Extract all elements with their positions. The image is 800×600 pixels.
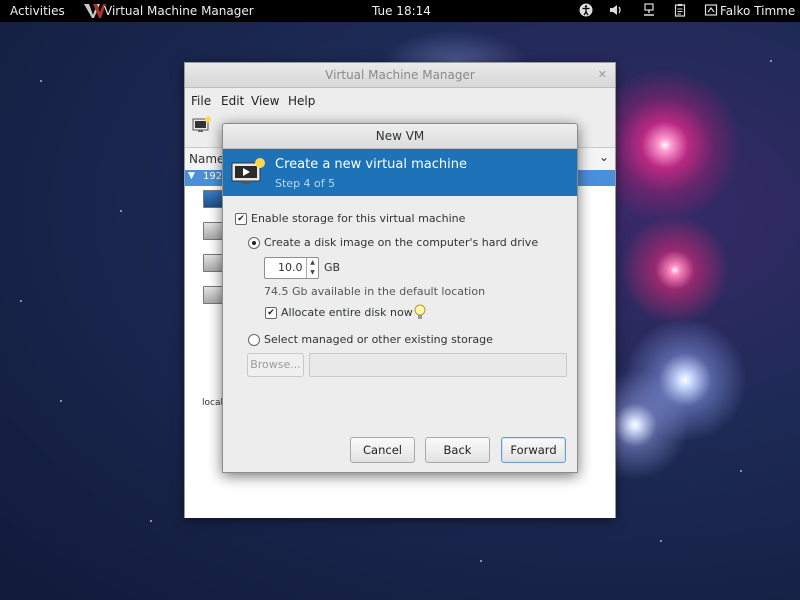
new-vm-banner-icon bbox=[231, 158, 265, 184]
managed-storage-label[interactable]: Select managed or other existing storage bbox=[264, 333, 493, 346]
available-space-text: 74.5 Gb available in the default locatio… bbox=[264, 285, 486, 298]
star bbox=[40, 80, 42, 82]
disk-size-spinner[interactable]: 10.0 ▲ ▼ bbox=[264, 257, 319, 279]
menubar: File Edit View Help bbox=[185, 88, 615, 110]
new-vm-icon[interactable] bbox=[192, 116, 212, 134]
vmm-logo-icon bbox=[84, 4, 106, 18]
enable-storage-label[interactable]: Enable storage for this virtual machine bbox=[251, 212, 465, 225]
window-titlebar[interactable]: Virtual Machine Manager ✕ bbox=[185, 63, 615, 88]
browse-button[interactable]: Browse... bbox=[247, 353, 304, 377]
managed-storage-radio[interactable] bbox=[248, 334, 260, 346]
star bbox=[770, 60, 772, 62]
allocate-disk-label[interactable]: Allocate entire disk now bbox=[281, 306, 413, 319]
window-title: Virtual Machine Manager bbox=[325, 68, 475, 82]
connection-label: 192 bbox=[203, 171, 223, 182]
banner-title: Create a new virtual machine bbox=[275, 157, 467, 172]
top-panel: Activities Virtual Machine Manager Tue 1… bbox=[0, 0, 800, 22]
disk-size-value[interactable]: 10.0 bbox=[278, 261, 303, 274]
star bbox=[480, 560, 482, 562]
expander-icon[interactable]: ▼ bbox=[188, 171, 195, 181]
disk-unit-label: GB bbox=[324, 261, 341, 274]
network-icon[interactable] bbox=[642, 3, 656, 17]
cancel-button[interactable]: Cancel bbox=[350, 437, 415, 463]
app-menu[interactable]: Virtual Machine Manager bbox=[104, 4, 254, 18]
new-vm-dialog: New VM Create a new virtual machine Step… bbox=[222, 123, 578, 473]
star bbox=[60, 400, 62, 402]
step-indicator: Step 4 of 5 bbox=[275, 177, 336, 190]
name-column-label: Name bbox=[189, 152, 225, 166]
menu-file[interactable]: File bbox=[191, 94, 211, 108]
dialog-title: New VM bbox=[375, 129, 425, 143]
dialog-titlebar[interactable]: New VM bbox=[223, 124, 577, 149]
volume-icon[interactable] bbox=[609, 3, 623, 17]
allocate-disk-checkbox[interactable]: ✔ bbox=[265, 307, 277, 319]
menu-edit[interactable]: Edit bbox=[221, 94, 244, 108]
firework-decoration bbox=[620, 215, 730, 325]
chevron-down-icon[interactable]: ⌄ bbox=[599, 150, 609, 164]
star bbox=[740, 470, 742, 472]
menu-view[interactable]: View bbox=[251, 94, 279, 108]
lightbulb-icon bbox=[414, 304, 426, 319]
accessibility-icon[interactable] bbox=[579, 3, 593, 17]
back-button[interactable]: Back bbox=[425, 437, 490, 463]
star bbox=[150, 520, 152, 522]
wizard-banner: Create a new virtual machine Step 4 of 5 bbox=[223, 149, 577, 196]
create-disk-radio[interactable] bbox=[248, 237, 260, 249]
star bbox=[120, 210, 122, 212]
local-connection-label[interactable]: local bbox=[202, 398, 223, 408]
close-icon[interactable]: ✕ bbox=[598, 68, 607, 81]
user-icon bbox=[704, 4, 718, 16]
clock[interactable]: Tue 18:14 bbox=[372, 4, 431, 18]
enable-storage-checkbox[interactable]: ✔ bbox=[235, 213, 247, 225]
star bbox=[20, 300, 22, 302]
star bbox=[660, 540, 662, 542]
activities-button[interactable]: Activities bbox=[10, 4, 65, 18]
spinner-arrows[interactable]: ▲ ▼ bbox=[306, 258, 318, 278]
clipboard-icon[interactable] bbox=[673, 3, 687, 17]
storage-path-input[interactable] bbox=[309, 353, 567, 377]
create-disk-label[interactable]: Create a disk image on the computer's ha… bbox=[264, 236, 538, 249]
menu-help[interactable]: Help bbox=[288, 94, 315, 108]
user-menu[interactable]: Falko Timme bbox=[720, 4, 795, 18]
forward-button[interactable]: Forward bbox=[501, 437, 566, 463]
